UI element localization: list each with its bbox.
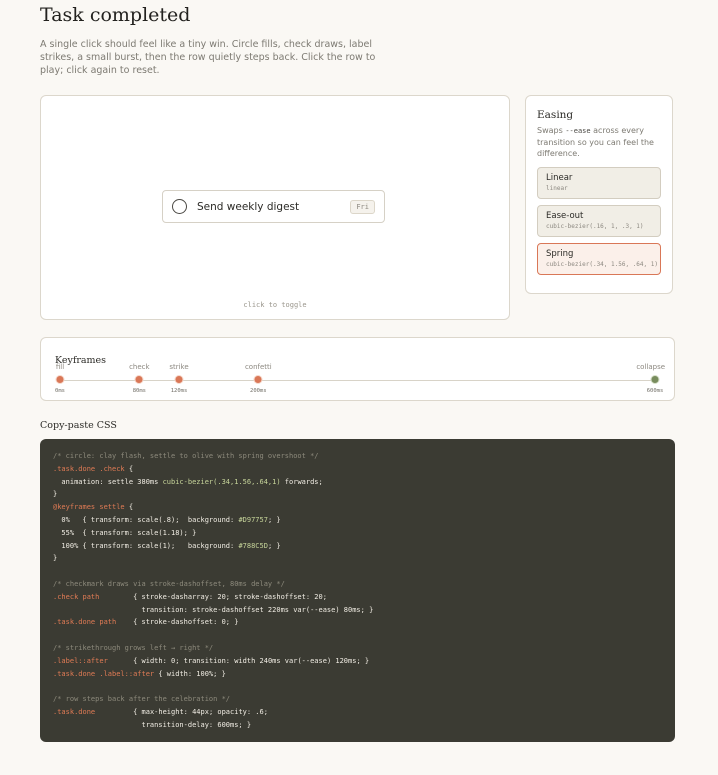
code-token: ; } (267, 515, 281, 524)
keyframe-dot-icon[interactable] (650, 375, 660, 384)
keyframe-label: fill (55, 363, 65, 371)
easing-option-name: Spring (546, 249, 574, 259)
code-token: } (53, 554, 58, 563)
keyframe-time: 200ms (250, 388, 267, 394)
keyframe-label: check (129, 363, 150, 371)
code-token: cubic-bezier(.34,1.56,.64,1) (162, 477, 281, 486)
code-token: { stroke-dashoffset: 0; } (116, 618, 239, 627)
easing-description: Swaps --ease across every transition so … (537, 125, 661, 159)
easing-panel: Easing Swaps --ease across every transit… (525, 95, 673, 294)
page-title: Task completed (40, 4, 191, 26)
code-line: .label::after { width: 0; transition: wi… (53, 655, 662, 668)
easing-option-name: Ease-out (546, 211, 584, 221)
code-token: .label::after (53, 656, 108, 665)
easing-option-ease-out[interactable]: Ease-out cubic-bezier(.16, 1, .3, 1) (537, 205, 661, 237)
code-line: .task.done .check { (53, 463, 662, 476)
keyframe-dot-icon[interactable] (55, 375, 65, 384)
code-token: .task.done path (53, 618, 117, 627)
easing-option-code: linear (546, 185, 568, 192)
code-line: @keyframes settle { (53, 501, 662, 514)
code-line: /* row steps back after the celebration … (53, 693, 662, 706)
easing-title: Easing (537, 109, 574, 121)
code-line: 55% { transform: scale(1.18); } (53, 527, 662, 540)
code-line: animation: settle 380ms cubic-bezier(.34… (53, 476, 662, 489)
code-line: /* strikethrough grows left → right */ (53, 642, 662, 655)
page-intro: A single click should feel like a tiny w… (40, 39, 376, 76)
code-token: } (53, 490, 58, 499)
code-token: /* circle: clay flash, settle to olive w… (53, 452, 319, 460)
code-token: transition-delay: 600ms; } (53, 720, 252, 729)
keyframe-time: 120ms (170, 388, 188, 394)
code-token: 55% { transform: scale(1.18); } (53, 528, 197, 537)
code-token: { max-height: 44px; opacity: .6; (95, 707, 268, 716)
code-token: forwards; (280, 477, 323, 486)
code-line: transition: stroke-dashoffset 220ms var(… (53, 604, 662, 617)
keyframe-label: collapse (636, 363, 666, 371)
keyframe-label: strike (169, 363, 189, 371)
code-line: .task.done { max-height: 44px; opacity: … (53, 706, 662, 719)
keyframe-time: 80ms (132, 388, 146, 394)
code-token: #788C5D (238, 541, 268, 550)
code-token: { width: 100%; } (154, 669, 226, 678)
keyframe-time: 0ms (55, 388, 65, 394)
code-line: .check path { stroke-dasharray: 20; stro… (53, 591, 662, 604)
code-line: /* circle: clay flash, settle to olive w… (53, 450, 662, 463)
css-section-title: Copy-paste CSS (40, 420, 117, 431)
keyframes-track: fill 0ms check 80ms strike 120ms confetti 200ms… (55, 363, 665, 394)
code-token: { width: 0; transition: width 240ms var(… (107, 656, 370, 665)
code-token: .task.done .label::after (53, 669, 155, 678)
task-row[interactable]: Send weekly digest Fri (162, 190, 385, 223)
stage-hint: click to toggle (243, 301, 307, 309)
code-token: /* strikethrough grows left → right */ (53, 643, 214, 652)
easing-option-name: Linear (546, 173, 573, 183)
easing-option-code: cubic-bezier(.34, 1.56, .64, 1) (546, 261, 658, 268)
css-code-block[interactable]: /* circle: clay flash, settle to olive w… (40, 439, 675, 742)
code-token: 100% { transform: scale(1); background: (53, 541, 239, 550)
code-line: } (53, 488, 662, 501)
task-label: Send weekly digest (197, 200, 300, 213)
code-token: .task.done (53, 707, 96, 716)
keyframe-time: 600ms (646, 388, 664, 394)
keyframe-dot-icon[interactable] (174, 375, 184, 384)
keyframe-dot-icon[interactable] (134, 375, 144, 384)
code-token: /* checkmark draws via stroke-dashoffset… (53, 579, 285, 588)
code-line: .task.done path { stroke-dashoffset: 0; … (53, 616, 662, 629)
task-due-badge: Fri (350, 199, 375, 214)
keyframe-dot-icon[interactable] (253, 375, 263, 384)
code-token: #D97757 (238, 515, 268, 524)
code-token: @keyframes settle (53, 503, 125, 512)
code-line: 100% { transform: scale(1); background: … (53, 540, 662, 553)
code-token: animation: settle 380ms (53, 477, 163, 486)
easing-option-code: cubic-bezier(.16, 1, .3, 1) (546, 223, 644, 230)
code-token: ; } (267, 541, 281, 550)
task-checkbox-circle-icon[interactable] (172, 199, 187, 214)
code-token: transition: stroke-dashoffset 220ms var(… (53, 605, 374, 614)
code-line: .task.done .label::after { width: 100%; … (53, 668, 662, 681)
code-token: { (124, 464, 134, 473)
code-token: { stroke-dasharray: 20; stroke-dashoffse… (99, 592, 327, 601)
code-line: 0% { transform: scale(.8); background: #… (53, 514, 662, 527)
code-token: .task.done .check (53, 464, 125, 473)
code-line: /* checkmark draws via stroke-dashoffset… (53, 578, 662, 591)
code-line: } (53, 552, 662, 565)
code-token: .check path (53, 592, 100, 601)
easing-option-linear[interactable]: Linear linear (537, 167, 661, 199)
keyframes-panel: Keyframes fill 0ms check 80ms strike 120ms con… (40, 337, 675, 401)
easing-option-spring[interactable]: Spring cubic-bezier(.34, 1.56, .64, 1) (537, 243, 661, 275)
easing-desc-before: Swaps (537, 126, 566, 135)
code-line: transition-delay: 600ms; } (53, 719, 662, 732)
demo-stage: Send weekly digest Fri click to toggle (40, 95, 510, 320)
keyframe-label: confetti (244, 363, 272, 371)
code-token: 0% { transform: scale(.8); background: (53, 515, 239, 524)
code-token: /* row steps back after the celebration … (53, 695, 231, 704)
easing-desc-code: --ease (565, 127, 591, 135)
code-token: { (124, 503, 134, 512)
